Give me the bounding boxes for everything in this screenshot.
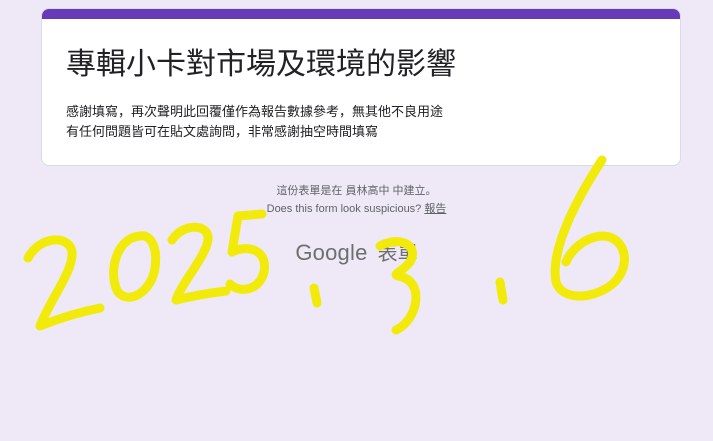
report-link[interactable]: 報告: [424, 203, 446, 215]
form-description-line: 有任何問題皆可在貼文處詢問，非常感謝抽空時間填寫: [66, 124, 379, 139]
forms-wordmark: 表單: [377, 243, 418, 265]
created-in-text: 這份表單是在 員林高中 中建立。: [276, 185, 437, 197]
suspicious-line: Does this form look suspicious? 報告: [0, 201, 713, 217]
form-description-line: 感謝填寫，再次聲明此回覆僅作為報告數據參考，無其他不良用途: [66, 104, 444, 119]
form-footer-note: 這份表單是在 員林高中 中建立。 Does this form look sus…: [0, 183, 713, 217]
google-wordmark: Google: [295, 240, 368, 265]
form-accent-bar: [42, 9, 680, 19]
form-description: 感謝填寫，再次聲明此回覆僅作為報告數據參考，無其他不良用途 有任何問題皆可在貼文…: [66, 102, 443, 142]
suspicious-text: Does this form look suspicious?: [266, 203, 422, 215]
form-title: 專輯小卡對市場及環境的影響: [66, 48, 456, 81]
form-header-card: 專輯小卡對市場及環境的影響 感謝填寫，再次聲明此回覆僅作為報告數據參考，無其他不…: [41, 8, 681, 166]
google-forms-logo[interactable]: Google 表單: [0, 239, 713, 268]
